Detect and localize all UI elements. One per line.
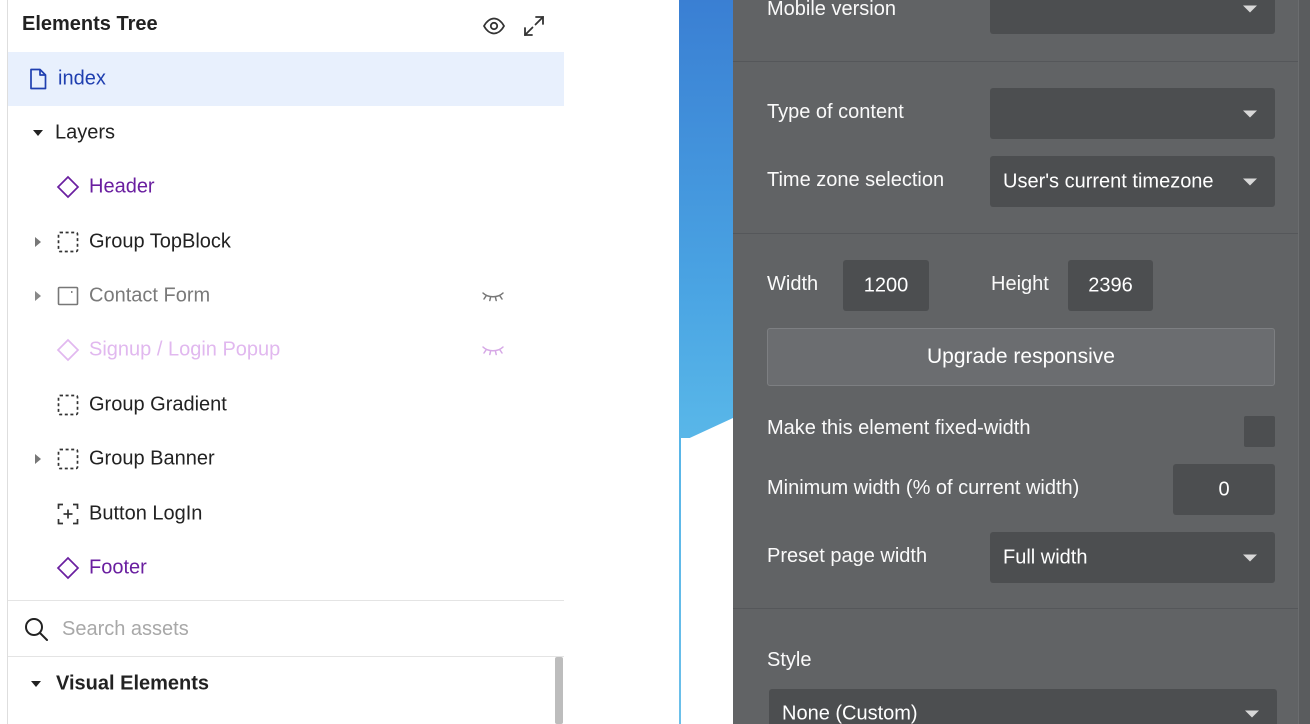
width-value: 1200 xyxy=(863,274,909,296)
tree-item-label: index xyxy=(58,67,106,90)
mobile-version-dropdown[interactable] xyxy=(990,0,1275,34)
tree-item-label: Group TopBlock xyxy=(89,230,231,253)
fixed-width-checkbox[interactable] xyxy=(1244,416,1275,447)
tree-item-label: Group Gradient xyxy=(89,393,227,416)
chevron-down-icon xyxy=(1245,710,1259,718)
popup-icon xyxy=(57,286,79,306)
group-icon xyxy=(57,448,79,470)
caret-down-icon[interactable] xyxy=(30,678,42,690)
group-icon xyxy=(57,394,79,416)
min-width-input[interactable]: 0 xyxy=(1173,464,1275,515)
preset-page-width-label: Preset page width xyxy=(767,545,928,567)
tree-item-index[interactable]: index xyxy=(8,52,564,106)
height-value: 2396 xyxy=(1088,274,1133,296)
chevron-down-icon xyxy=(1243,554,1257,561)
tree-item-label: Signup / Login Popup xyxy=(89,338,281,361)
scrollbar-thumb[interactable] xyxy=(555,657,563,724)
elements-tree-title: Elements Tree xyxy=(22,13,158,35)
width-input[interactable]: 1200 xyxy=(843,260,929,311)
height-label: Height xyxy=(991,273,1049,295)
tree-item-group-topblock[interactable]: Group TopBlock xyxy=(8,215,564,269)
tree-item-label: Button LogIn xyxy=(89,502,203,525)
section-divider xyxy=(733,233,1298,234)
hidden-eye-icon[interactable] xyxy=(480,288,506,304)
style-label: Style xyxy=(767,649,812,671)
tree-item-label: Contact Form xyxy=(89,284,211,307)
preset-page-width-value: Full width xyxy=(1003,546,1088,568)
time-zone-value: User's current timezone xyxy=(1003,170,1214,192)
tree-item-group-banner[interactable]: Group Banner xyxy=(8,432,564,486)
time-zone-label: Time zone selection xyxy=(767,169,945,191)
height-input[interactable]: 2396 xyxy=(1068,260,1153,311)
search-icon xyxy=(25,618,48,641)
chevron-down-icon xyxy=(1243,178,1257,185)
tree-item-button-login[interactable]: Button LogIn xyxy=(8,487,564,541)
tree-item-header[interactable]: Header xyxy=(8,160,564,214)
button-element-icon xyxy=(57,503,79,525)
tree-item-signup-login-popup[interactable]: Signup / Login Popup xyxy=(8,323,564,377)
hidden-eye-icon[interactable] xyxy=(480,342,506,358)
style-value: None (Custom) xyxy=(782,702,918,724)
tree-item-group-gradient[interactable]: Group Gradient xyxy=(8,378,564,432)
time-zone-dropdown[interactable]: User's current timezone xyxy=(990,156,1275,207)
elements-tree-panel: Elements Tree index Layers Header Group … xyxy=(7,0,571,724)
width-label: Width xyxy=(767,273,819,295)
canvas-background xyxy=(564,0,680,724)
tree-item-label: Header xyxy=(89,175,155,198)
min-width-value: 0 xyxy=(1218,478,1230,500)
type-of-content-label: Type of content xyxy=(767,101,904,123)
asset-search-bar xyxy=(8,600,564,657)
visual-elements-label: Visual Elements xyxy=(56,672,210,695)
caret-right-icon[interactable] xyxy=(32,453,44,465)
mobile-version-label: Mobile version xyxy=(767,0,896,20)
property-panel-scroll-edge xyxy=(1298,0,1310,724)
style-dropdown[interactable]: None (Custom) xyxy=(769,689,1277,724)
editor-root: Elements Tree index Layers Header Group … xyxy=(0,0,1310,724)
tree-item-label: Group Banner xyxy=(89,447,215,470)
group-icon xyxy=(57,231,79,253)
tree-item-label: Footer xyxy=(89,556,147,579)
upgrade-responsive-button[interactable]: Upgrade responsive xyxy=(767,328,1275,386)
search-assets-input[interactable] xyxy=(62,614,542,644)
elements-tree-header: Elements Tree xyxy=(8,0,564,52)
caret-down-icon[interactable] xyxy=(32,127,44,139)
tree-item-contact-form[interactable]: Contact Form xyxy=(8,269,564,323)
caret-right-icon[interactable] xyxy=(32,236,44,248)
canvas-preview-white xyxy=(681,438,733,724)
section-divider xyxy=(733,61,1298,62)
page-icon xyxy=(30,68,47,90)
preset-page-width-dropdown[interactable]: Full width xyxy=(990,532,1275,583)
visual-elements-section[interactable]: Visual Elements xyxy=(8,657,564,711)
tree-layers-label: Layers xyxy=(55,121,116,144)
min-width-label: Minimum width (% of current width) xyxy=(767,477,1080,499)
chevron-down-icon xyxy=(1243,5,1257,13)
caret-right-icon[interactable] xyxy=(32,290,44,302)
tree-layers-group[interactable]: Layers xyxy=(8,106,564,160)
upgrade-responsive-label: Upgrade responsive xyxy=(927,345,1115,368)
reusable-element-icon xyxy=(56,556,80,580)
section-divider xyxy=(733,608,1298,609)
type-of-content-dropdown[interactable] xyxy=(990,88,1275,139)
eye-icon[interactable] xyxy=(482,14,506,38)
reusable-element-icon xyxy=(56,175,80,199)
expand-icon[interactable] xyxy=(522,14,546,38)
property-editor-panel: Mobile version Type of content Time zone… xyxy=(733,0,1310,724)
chevron-down-icon xyxy=(1243,110,1257,117)
tree-item-footer[interactable]: Footer xyxy=(8,541,564,595)
fixed-width-label: Make this element fixed-width xyxy=(767,417,1031,439)
reusable-element-icon xyxy=(56,338,80,362)
